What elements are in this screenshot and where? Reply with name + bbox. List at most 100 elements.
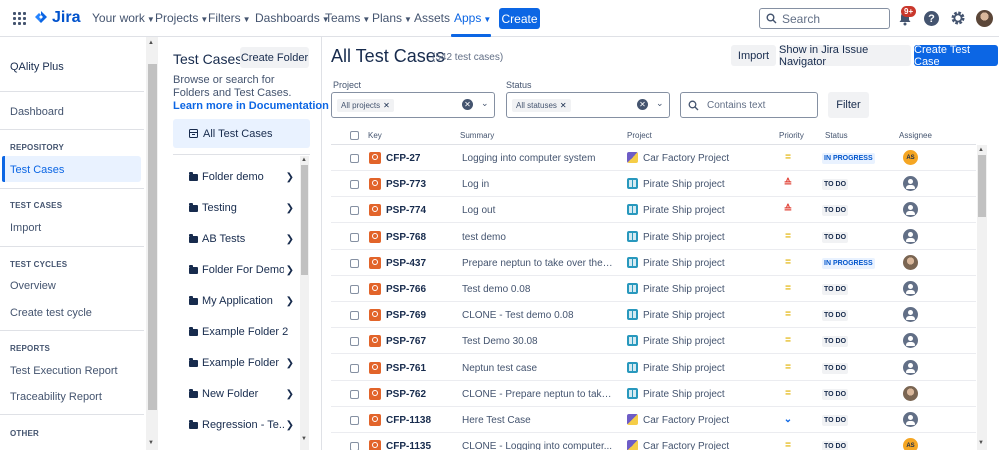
test-case-key[interactable]: PSP-767 [386, 336, 426, 347]
scroll-up-arrow-icon[interactable]: ▲ [148, 40, 154, 46]
scroll-up-arrow-icon[interactable]: ▲ [301, 157, 307, 163]
app-switcher-icon[interactable] [13, 12, 26, 25]
assignee-avatar[interactable] [903, 228, 918, 244]
chevron-right-icon[interactable]: ❯ [284, 420, 294, 431]
test-case-summary[interactable]: Test demo 0.08 [462, 284, 614, 295]
test-case-key[interactable]: PSP-769 [386, 310, 426, 321]
import-button[interactable]: Import [731, 45, 776, 66]
chevron-right-icon[interactable]: ❯ [284, 358, 294, 369]
folder-item[interactable]: Testing ❯ [189, 201, 294, 215]
sidebar-scrollbar-thumb[interactable] [148, 64, 157, 410]
create-folder-button[interactable]: Create Folder [240, 47, 309, 68]
project-filter-chip[interactable]: All projects ✕ [337, 99, 394, 112]
test-case-key[interactable]: PSP-766 [386, 284, 426, 295]
row-checkbox[interactable] [350, 285, 359, 294]
folder-item[interactable]: Regression - Te... ❯ [189, 418, 294, 432]
project-filter-select[interactable]: All projects ✕ ✕ ⌄ [331, 92, 495, 118]
assignee-avatar[interactable] [903, 412, 918, 427]
select-all-checkbox[interactable] [350, 131, 359, 140]
test-case-key[interactable]: CFP-1138 [386, 415, 431, 426]
row-checkbox[interactable] [350, 389, 359, 399]
test-case-key[interactable]: CFP-27 [386, 153, 420, 164]
row-checkbox[interactable] [350, 363, 359, 373]
assignee-avatar[interactable] [903, 307, 918, 323]
assignee-avatar[interactable] [903, 385, 918, 401]
test-case-summary[interactable]: CLONE - Prepare neptun to take ov... [462, 389, 614, 400]
clear-selection-icon[interactable]: ✕ [462, 99, 473, 110]
assignee-avatar[interactable]: AS [903, 438, 918, 450]
nav-apps[interactable]: Apps ▼ [454, 11, 491, 25]
chevron-right-icon[interactable]: ❯ [284, 389, 294, 400]
test-case-summary[interactable]: Neptun test case [462, 363, 614, 374]
test-case-key[interactable]: PSP-761 [386, 363, 426, 374]
folder-item[interactable]: Folder demo ❯ [189, 170, 294, 184]
sidebar-item-create-test-cycle[interactable]: Create test cycle [10, 307, 92, 319]
row-checkbox[interactable] [350, 258, 359, 268]
test-case-key[interactable]: PSP-774 [386, 205, 426, 216]
row-checkbox[interactable] [350, 416, 359, 425]
chevron-down-icon[interactable]: ⌄ [481, 98, 489, 109]
column-header-status[interactable]: Status [825, 131, 848, 140]
nav-teams[interactable]: Teams ▼ [325, 11, 370, 25]
scroll-up-arrow-icon[interactable]: ▲ [978, 147, 984, 153]
filter-button[interactable]: Filter [828, 92, 869, 118]
remove-chip-icon[interactable]: ✕ [560, 101, 567, 110]
folder-item[interactable]: New Folder ❯ [189, 387, 294, 401]
test-case-key[interactable]: PSP-762 [386, 389, 426, 400]
column-header-summary[interactable]: Summary [460, 131, 494, 140]
documentation-link[interactable]: Learn more in Documentation [173, 100, 329, 112]
jira-logo[interactable]: Jira [34, 9, 80, 27]
remove-chip-icon[interactable]: ✕ [383, 101, 390, 110]
test-case-key[interactable]: PSP-773 [386, 179, 426, 190]
folder-item[interactable]: Folder For Demo ❯ [189, 263, 294, 277]
row-checkbox[interactable] [350, 206, 359, 216]
row-checkbox[interactable] [350, 311, 359, 321]
settings-gear-icon[interactable] [950, 10, 966, 26]
folder-item[interactable]: AB Tests ❯ [189, 232, 294, 246]
folder-item[interactable]: Example Folder ❯ [189, 356, 294, 370]
assignee-avatar[interactable] [903, 281, 918, 296]
test-case-key[interactable]: PSP-437 [386, 258, 426, 269]
create-button[interactable]: Create [499, 8, 540, 29]
create-test-case-button[interactable]: Create Test Case [914, 44, 998, 68]
folder-item[interactable]: My Application ❯ [189, 294, 294, 308]
scroll-down-arrow-icon[interactable]: ▼ [148, 440, 154, 446]
column-header-assignee[interactable]: Assignee [899, 131, 932, 140]
assignee-avatar[interactable] [903, 202, 918, 218]
sidebar-item-overview[interactable]: Overview [10, 280, 56, 292]
chevron-down-icon[interactable]: ⌄ [656, 98, 664, 109]
chevron-right-icon[interactable]: ❯ [284, 265, 294, 276]
test-case-key[interactable]: CFP-1135 [386, 441, 431, 450]
assignee-avatar[interactable] [903, 176, 918, 192]
sidebar-item-test-execution-report[interactable]: Test Execution Report [10, 365, 118, 377]
test-case-summary[interactable]: Log in [462, 179, 614, 190]
row-checkbox[interactable] [350, 154, 359, 163]
folder-item[interactable]: Example Folder 2 [189, 325, 294, 339]
nav-projects[interactable]: Projects ▼ [155, 11, 208, 25]
assignee-avatar[interactable] [903, 333, 918, 349]
column-header-project[interactable]: Project [627, 131, 652, 140]
test-case-summary[interactable]: test demo [462, 232, 614, 243]
nav-plans[interactable]: Plans ▼ [372, 11, 412, 25]
column-header-priority[interactable]: Priority [779, 131, 804, 140]
table-scrollbar-thumb[interactable] [978, 155, 986, 217]
test-case-summary[interactable]: Log out [462, 205, 614, 216]
nav-assets[interactable]: Assets [414, 11, 450, 25]
assignee-avatar[interactable] [903, 359, 918, 375]
show-in-issue-navigator-button[interactable]: Show in Jira Issue Navigator [779, 44, 911, 68]
test-case-summary[interactable]: Logging into computer system [462, 153, 614, 164]
test-case-summary[interactable]: Here Test Case [462, 415, 614, 426]
all-test-cases-item[interactable]: All Test Cases [173, 119, 310, 148]
row-checkbox[interactable] [350, 232, 359, 242]
row-checkbox[interactable] [350, 337, 359, 347]
row-checkbox[interactable] [350, 442, 359, 450]
column-header-key[interactable]: Key [368, 131, 382, 140]
user-profile-avatar[interactable] [976, 10, 993, 27]
assignee-avatar[interactable]: AS [903, 150, 918, 165]
folder-list-scrollbar-thumb[interactable] [301, 165, 308, 275]
status-filter-select[interactable]: All statuses ✕ ✕ ⌄ [506, 92, 670, 118]
test-case-summary[interactable]: Test Demo 30.08 [462, 336, 614, 347]
nav-your-work[interactable]: Your work ▼ [92, 11, 155, 25]
sidebar-item-import[interactable]: Import [10, 222, 41, 234]
chevron-right-icon[interactable]: ❯ [284, 296, 294, 307]
